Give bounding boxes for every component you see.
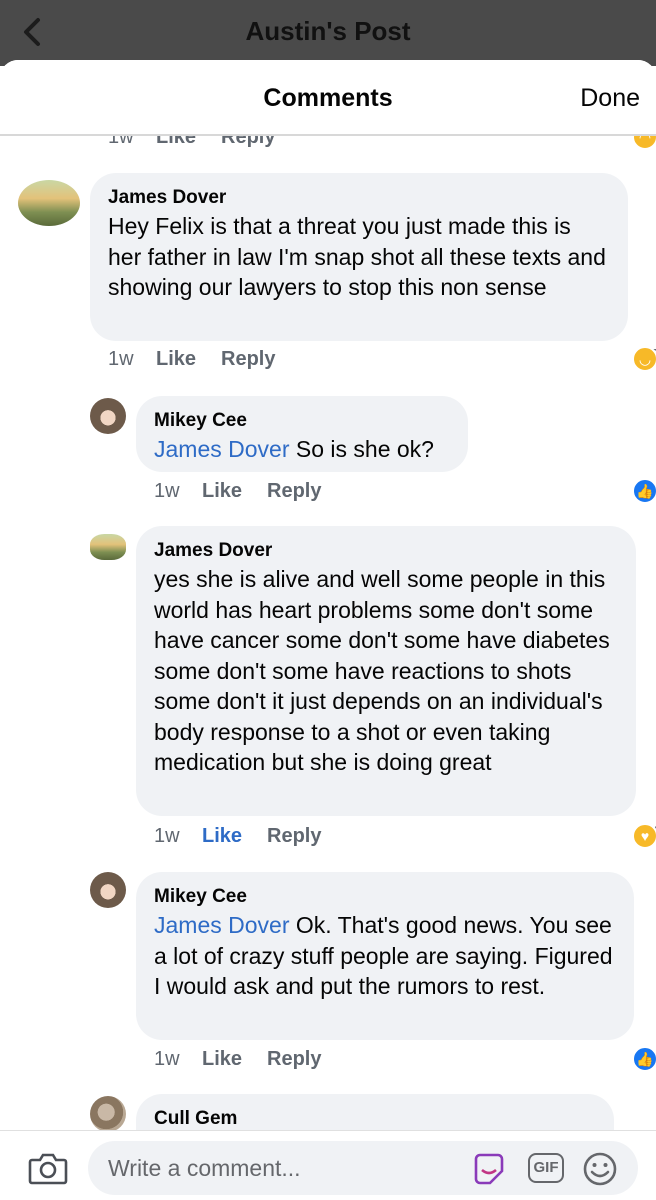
comment-text: James Dover So is she ok? [154, 434, 450, 465]
post-title: Austin's Post [245, 16, 411, 46]
done-button[interactable]: Done [580, 84, 640, 113]
comment-bubble: Mikey Cee James Dover Ok. That's good ne… [136, 872, 634, 1040]
reply-button[interactable]: Reply [267, 480, 321, 503]
gif-button[interactable]: GIF [528, 1153, 564, 1183]
like-reaction-icon: 👍 [632, 1046, 656, 1072]
comment-placeholder: Write a comment... [108, 1155, 301, 1181]
sheet-header-overlay: Comments Done [0, 60, 656, 136]
comment-time: 1w [154, 480, 180, 502]
mention-link[interactable]: James Dover [154, 912, 289, 938]
comment-composer: Write a comment... GIF [0, 1130, 656, 1200]
comment-time: 1w [108, 348, 134, 370]
comment-bubble: Mikey Cee James Dover So is she ok? [136, 396, 468, 472]
comments-sheet: Comments Done 1w Like Reply 15 ◡ 👍 ◠ Jam… [0, 60, 656, 1200]
comment-text: yes she is alive and well some people in… [154, 566, 610, 775]
comment-text: James Dover Ok. That's good news. You se… [154, 910, 616, 1002]
commenter-name[interactable]: Mikey Cee [154, 408, 450, 434]
comment-time: 1w [154, 825, 180, 847]
mention-link[interactable]: James Dover [154, 436, 289, 462]
like-button[interactable]: Like [156, 348, 196, 371]
comment-body: So is she ok? [289, 436, 434, 462]
comments-list[interactable]: 1w Like Reply 15 ◡ 👍 ◠ James Dover Hey F… [0, 60, 656, 1200]
reply-button[interactable]: Reply [221, 348, 275, 371]
avatar[interactable] [90, 398, 126, 434]
comment-time: 1w [154, 1048, 180, 1070]
comment-bubble: James Dover yes she is alive and well so… [136, 526, 636, 816]
like-reaction-icon: 👍 [632, 478, 656, 504]
comment-input[interactable]: Write a comment... GIF [88, 1141, 638, 1195]
like-button[interactable]: Like [202, 1048, 242, 1071]
avatar[interactable] [90, 534, 126, 560]
like-button[interactable]: Like [202, 480, 242, 503]
commenter-name[interactable]: James Dover [108, 185, 610, 211]
sticker-icon[interactable] [472, 1153, 506, 1185]
comment-actions: 1w Like Reply 4 👍 [154, 478, 656, 510]
comment-actions: 1w Like Reply 24 👍 ♥ ♥ [154, 823, 656, 855]
commenter-name[interactable]: James Dover [154, 538, 618, 564]
comment-bubble: James Dover Hey Felix is that a threat y… [90, 173, 628, 341]
avatar[interactable] [18, 180, 80, 226]
avatar[interactable] [90, 872, 126, 908]
haha-reaction-icon: ◡ [632, 346, 656, 372]
comment-text: Hey Felix is that a threat you just made… [108, 213, 606, 300]
care-reaction-icon: ♥ [632, 823, 656, 849]
avatar[interactable] [90, 1096, 126, 1132]
commenter-name[interactable]: Cull Gem [154, 1106, 596, 1132]
camera-icon[interactable] [28, 1151, 68, 1185]
commenter-name[interactable]: Mikey Cee [154, 884, 616, 910]
reply-button[interactable]: Reply [267, 825, 321, 848]
comment-actions: 1w Like Reply 2 👍 [154, 1046, 656, 1078]
emoji-icon[interactable] [582, 1151, 618, 1187]
top-bar: Austin's Post [0, 0, 656, 66]
sheet-title: Comments [263, 84, 393, 112]
comment-actions: 1w Like Reply 17 👍 ♥ ◡ [108, 346, 656, 378]
reply-button[interactable]: Reply [267, 1048, 321, 1071]
like-button[interactable]: Like [202, 825, 242, 848]
